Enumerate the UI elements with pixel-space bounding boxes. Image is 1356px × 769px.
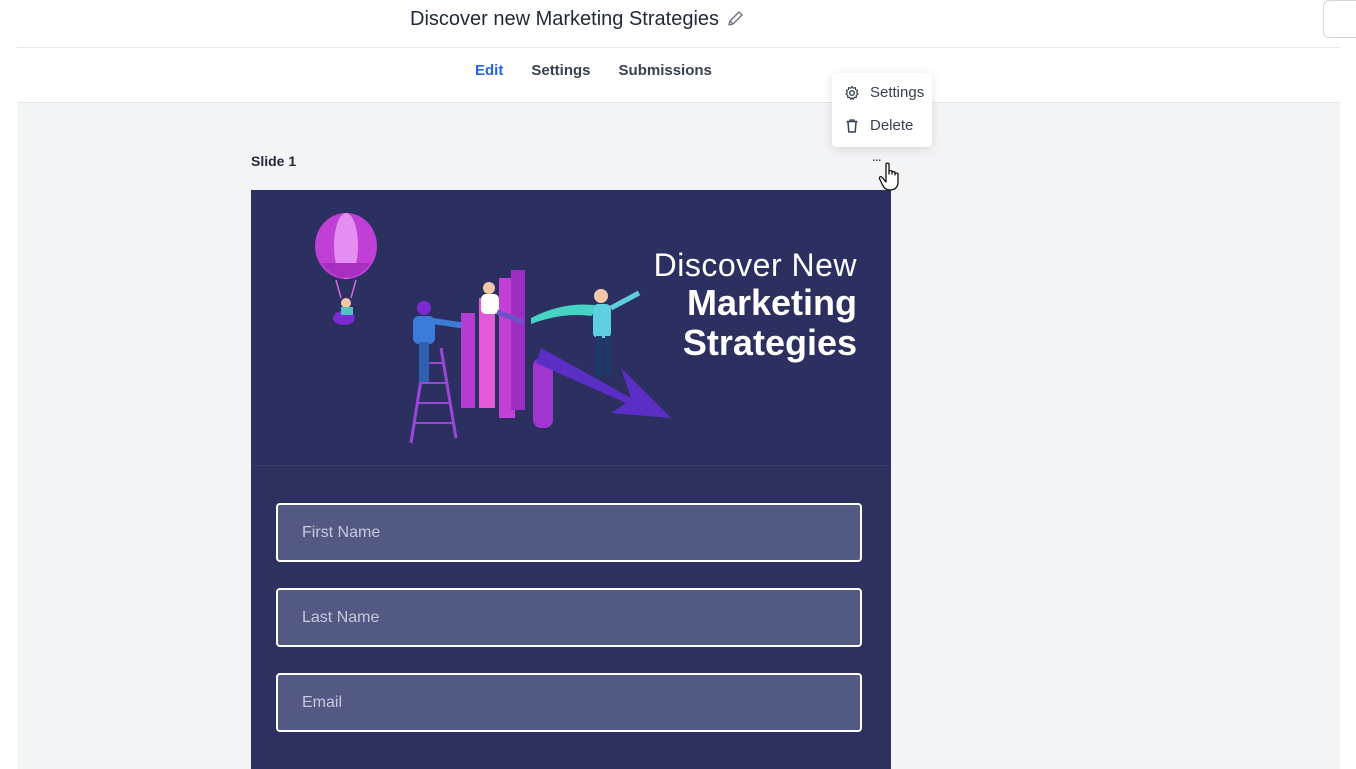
trash-icon [846,118,858,133]
marketing-illustration [315,213,671,444]
gear-icon [845,85,859,100]
top-bar: Discover new Marketing Strategies [0,0,1356,48]
menu-item-settings-label: Settings [870,84,925,101]
hero-banner: Discover New Marketing Strategies [251,190,891,466]
slide-card[interactable]: Discover New Marketing Strategies First … [251,190,891,769]
pencil-icon[interactable] [725,9,745,29]
email-field[interactable]: Email [276,673,862,732]
first-name-field[interactable]: First Name [276,503,862,562]
hero-line-2: Marketing [686,282,857,324]
hero-headline: Discover New Marketing Strategies [653,247,857,363]
slide-label: Slide 1 [251,153,297,169]
last-name-field[interactable]: Last Name [276,588,862,647]
menu-item-delete-label: Delete [870,117,914,134]
hero-line-3: Strategies [682,321,857,363]
form-title-text: Discover new Marketing Strategies [410,8,720,30]
menu-item-delete[interactable]: Delete [844,117,913,134]
hero-line-1: Discover New [653,247,857,283]
tab-submissions[interactable]: Submissions [619,62,712,79]
form-title[interactable]: Discover new Marketing Strategies [410,6,745,32]
hand-cursor-icon [878,162,899,191]
tab-edit[interactable]: Edit [475,62,503,79]
tab-settings[interactable]: Settings [531,62,590,79]
tabs-bar: Edit Settings Submissions [17,48,1340,103]
menu-item-settings[interactable]: Settings [844,84,924,101]
tab-list: Edit Settings Submissions [475,62,712,79]
top-right-button[interactable] [1323,0,1356,38]
slide-options-menu: Settings Delete [832,73,932,147]
form-area: First Name Last Name Email [251,466,891,769]
